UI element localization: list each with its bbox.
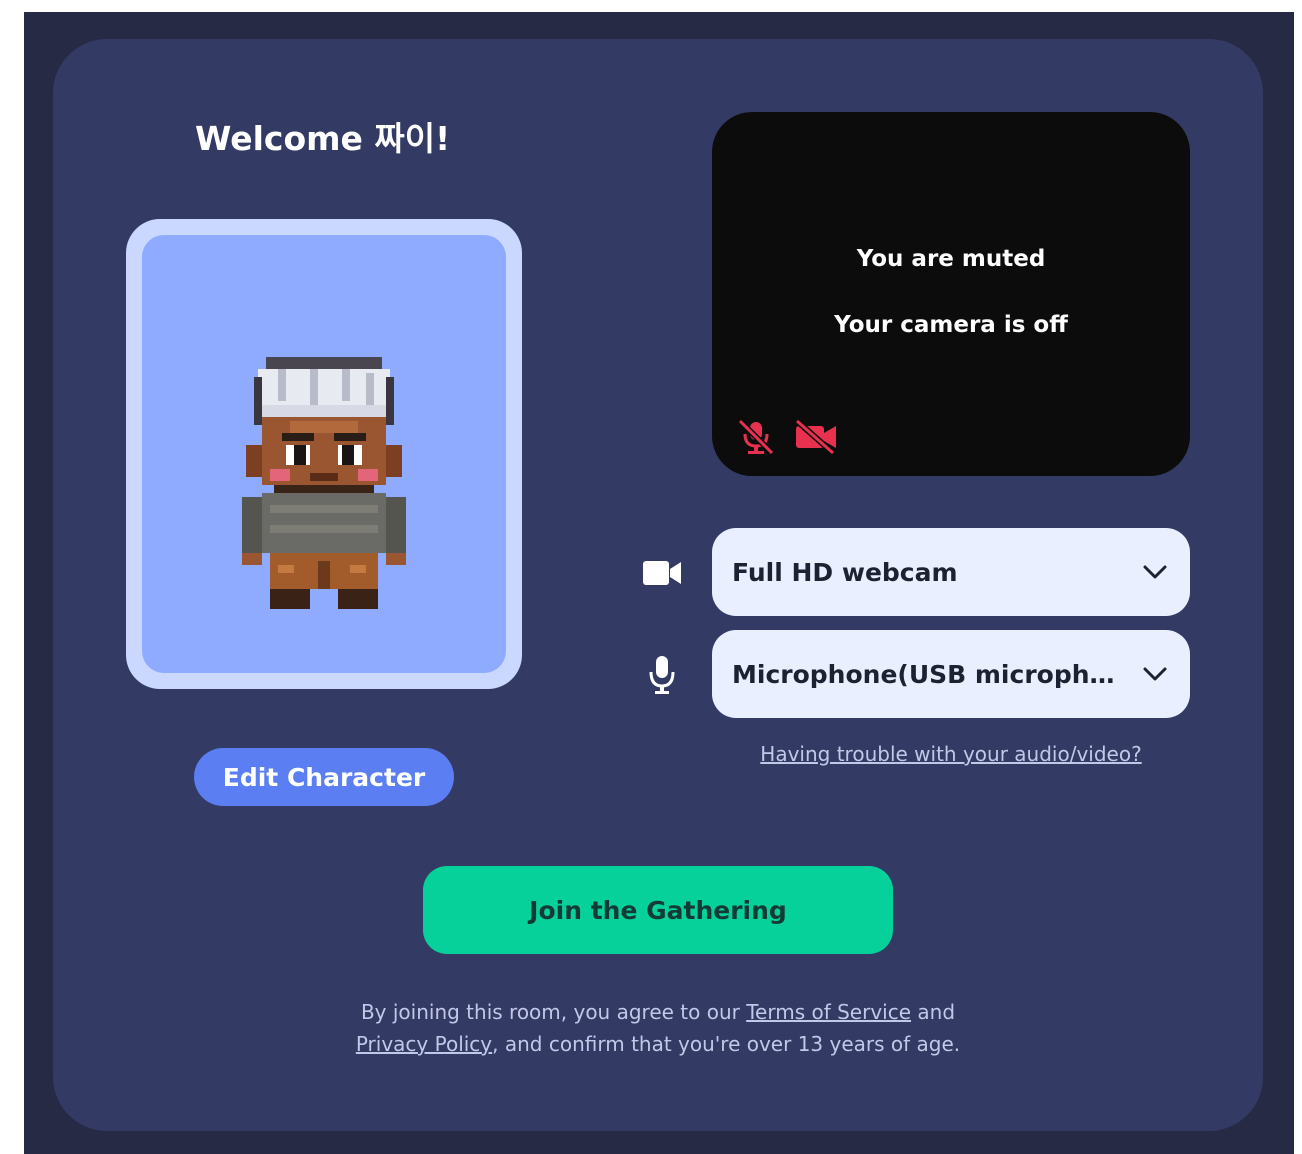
chevron-down-icon — [1143, 565, 1167, 579]
camera-status-text: Your camera is off — [834, 312, 1068, 338]
camera-select[interactable]: Full HD webcam — [712, 528, 1190, 616]
av-trouble-link[interactable]: Having trouble with your audio/video? — [712, 742, 1190, 766]
camera-select-value: Full HD webcam — [732, 557, 958, 587]
muted-status-text: You are muted — [856, 246, 1046, 272]
legal-prefix: By joining this room, you agree to our — [360, 1000, 740, 1024]
microphone-select[interactable]: Microphone(USB micropho... — [712, 630, 1190, 718]
video-camera-icon — [643, 561, 681, 585]
microphone-select-value: Microphone(USB micropho... — [732, 659, 1122, 689]
legal-suffix: , and confirm that you're over 13 years … — [492, 1032, 961, 1056]
camera-off-icon[interactable] — [793, 418, 839, 456]
chevron-down-icon — [1143, 667, 1167, 681]
terms-of-service-link[interactable]: Terms of Service — [746, 1000, 911, 1024]
privacy-policy-link[interactable]: Privacy Policy — [356, 1032, 492, 1056]
character-avatar — [242, 357, 406, 609]
edit-character-button[interactable]: Edit Character — [194, 748, 454, 806]
legal-notice: By joining this room, you agree to our T… — [340, 996, 976, 1060]
join-gathering-button[interactable]: Join the Gathering — [423, 866, 893, 954]
video-preview: You are muted Your camera is off — [712, 112, 1190, 476]
microphone-icon — [649, 656, 675, 694]
welcome-title: Welcome 짜이! — [195, 119, 451, 158]
legal-and: and — [917, 1000, 956, 1024]
microphone-off-icon[interactable] — [735, 418, 777, 456]
